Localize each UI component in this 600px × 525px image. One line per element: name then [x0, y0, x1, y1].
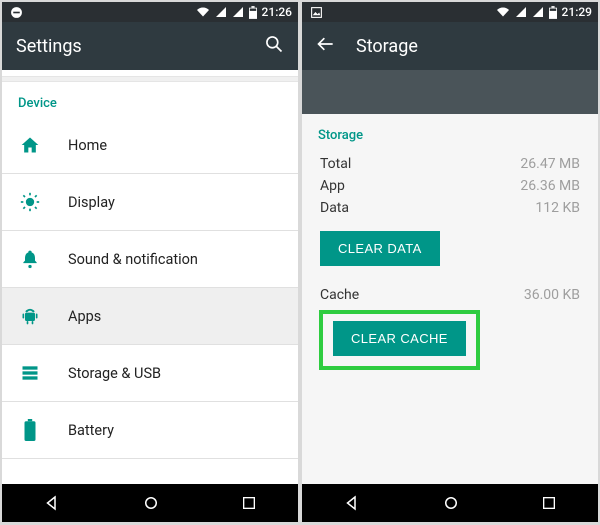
status-bar: 21:26	[2, 2, 298, 22]
signal-icon-2	[232, 6, 244, 18]
phone-left: 21:26 Settings Device Home Display Sound…	[2, 2, 298, 522]
sub-app-bar	[302, 70, 598, 114]
back-button[interactable]	[316, 34, 336, 58]
nav-back[interactable]	[343, 494, 361, 512]
signal-icon	[215, 6, 227, 18]
label-cache: Cache	[320, 287, 359, 303]
value-app: 26.36 MB	[520, 178, 580, 194]
nav-back[interactable]	[43, 494, 61, 512]
phone-right: 21:29 Storage Storage Total 26.47 MB App…	[302, 2, 598, 522]
label-app: App	[320, 178, 345, 194]
signal-icon	[515, 6, 527, 18]
signal-icon-2	[532, 6, 544, 18]
settings-item-label: Sound & notification	[68, 251, 198, 268]
search-icon	[264, 34, 284, 54]
clear-cache-button[interactable]: CLEAR CACHE	[333, 321, 466, 356]
settings-item-label: Apps	[68, 308, 101, 325]
settings-item-battery[interactable]: Battery	[2, 402, 298, 458]
storage-icon	[20, 363, 40, 383]
nav-bar	[2, 484, 298, 522]
row-app: App 26.36 MB	[320, 175, 580, 197]
battery-icon	[249, 6, 257, 19]
nav-recent[interactable]	[541, 495, 557, 511]
wifi-icon	[196, 6, 210, 18]
settings-item-sound[interactable]: Sound & notification	[2, 231, 298, 287]
value-total: 26.47 MB	[520, 156, 580, 172]
storage-content: Storage Total 26.47 MB App 26.36 MB Data…	[302, 114, 598, 484]
arrow-back-icon	[316, 34, 336, 54]
page-title: Settings	[16, 36, 82, 57]
display-icon	[20, 192, 40, 212]
home-icon	[20, 135, 40, 155]
dnd-icon	[10, 6, 23, 19]
nav-recent[interactable]	[241, 495, 257, 511]
cache-block: Cache 36.00 KB CLEAR CACHE	[302, 276, 598, 380]
battery-icon	[549, 6, 557, 19]
clear-data-button[interactable]: CLEAR DATA	[320, 231, 440, 266]
row-data: Data 112 KB	[320, 197, 580, 219]
settings-item-label: Battery	[68, 422, 114, 439]
image-notif-icon	[310, 6, 323, 19]
label-total: Total	[320, 156, 351, 172]
settings-list: Device Home Display Sound & notification…	[2, 70, 298, 484]
status-time: 21:26	[262, 5, 292, 19]
row-cache: Cache 36.00 KB	[320, 284, 580, 306]
nav-home[interactable]	[142, 494, 160, 512]
row-total: Total 26.47 MB	[320, 153, 580, 175]
battery-icon	[23, 419, 37, 441]
status-bar: 21:29	[302, 2, 598, 22]
section-header-device: Device	[2, 82, 298, 117]
nav-bar	[302, 484, 598, 522]
value-cache: 36.00 KB	[524, 287, 580, 303]
page-title: Storage	[356, 36, 418, 57]
status-time: 21:29	[562, 5, 592, 19]
highlight-clear-cache: CLEAR CACHE	[319, 310, 480, 370]
settings-item-display[interactable]: Display	[2, 174, 298, 230]
android-icon	[20, 306, 40, 326]
nav-home[interactable]	[442, 494, 460, 512]
storage-usage-block: Total 26.47 MB App 26.36 MB Data 112 KB …	[302, 149, 598, 276]
settings-item-apps[interactable]: Apps	[2, 288, 298, 344]
settings-item-label: Storage & USB	[68, 365, 161, 382]
wifi-icon	[496, 6, 510, 18]
settings-item-storage[interactable]: Storage & USB	[2, 345, 298, 401]
app-bar: Settings	[2, 22, 298, 70]
section-header-storage: Storage	[302, 114, 598, 149]
app-bar: Storage	[302, 22, 598, 70]
bell-icon	[20, 249, 40, 269]
settings-item-home[interactable]: Home	[2, 117, 298, 173]
settings-item-label: Display	[68, 194, 115, 211]
label-data: Data	[320, 200, 349, 216]
search-button[interactable]	[264, 34, 284, 58]
settings-item-label: Home	[68, 137, 107, 154]
value-data: 112 KB	[535, 200, 580, 216]
